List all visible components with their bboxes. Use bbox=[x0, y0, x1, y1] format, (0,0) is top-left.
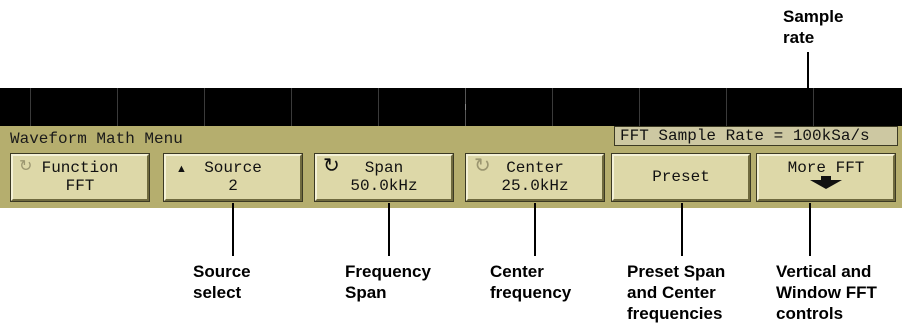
grid-line bbox=[291, 88, 292, 126]
callout-line: and Center bbox=[627, 283, 716, 302]
more-fft-softkey[interactable]: More FFT bbox=[756, 153, 896, 202]
softkey-label: Source bbox=[204, 159, 262, 177]
span-leader bbox=[388, 203, 390, 256]
preset-softkey[interactable]: Preset bbox=[611, 153, 751, 202]
center-frequency-callout: Center frequency bbox=[490, 261, 571, 303]
softkey-label: More FFT bbox=[787, 159, 865, 177]
callout-line: Window FFT bbox=[776, 283, 877, 302]
callout-line: Span bbox=[345, 283, 387, 302]
sample-rate-text: FFT Sample Rate = 100kSa/s bbox=[620, 127, 870, 145]
grid-line bbox=[30, 88, 31, 126]
callout-line: Preset Span bbox=[627, 262, 726, 281]
center-tick bbox=[465, 104, 466, 110]
callout-line: Source bbox=[193, 262, 251, 281]
softkey-value: 2 bbox=[228, 177, 238, 195]
source-leader bbox=[232, 203, 234, 256]
grid-line bbox=[117, 88, 118, 126]
callout-line: frequency bbox=[490, 283, 572, 302]
more-fft-leader bbox=[809, 203, 811, 256]
grid-line bbox=[378, 88, 379, 126]
preset-leader bbox=[681, 203, 683, 256]
center-softkey[interactable]: ↻ Center 25.0kHz bbox=[465, 153, 605, 202]
softkey-label: Span bbox=[364, 159, 404, 177]
softkey-label: Preset bbox=[652, 168, 710, 186]
down-arrow-icon bbox=[810, 180, 842, 189]
grid-line bbox=[639, 88, 640, 126]
grid-line bbox=[552, 88, 553, 126]
menu-title: Waveform Math Menu bbox=[10, 130, 183, 148]
frequency-span-callout: Frequency Span bbox=[345, 261, 431, 303]
softkey-label: Center bbox=[506, 159, 564, 177]
softkey-label: Function bbox=[41, 159, 119, 177]
callout-line: rate bbox=[783, 28, 815, 47]
source-softkey[interactable]: ▲ Source 2 bbox=[163, 153, 303, 202]
grid-line bbox=[204, 88, 205, 126]
softkey-value: FFT bbox=[65, 177, 95, 195]
grid-line bbox=[813, 88, 814, 126]
sample-rate-status: FFT Sample Rate = 100kSa/s bbox=[614, 126, 898, 146]
callout-line: controls bbox=[776, 304, 844, 323]
callout-line: frequencies bbox=[627, 304, 723, 323]
span-softkey[interactable]: ↻ Span 50.0kHz bbox=[314, 153, 454, 202]
sample-rate-callout: Sample rate bbox=[783, 6, 883, 48]
waveform-display bbox=[0, 88, 902, 126]
more-fft-callout: Vertical and Window FFT controls bbox=[776, 261, 877, 324]
softkey-value: 50.0kHz bbox=[350, 177, 418, 195]
callout-line: Center bbox=[490, 262, 544, 281]
center-leader bbox=[534, 203, 536, 256]
callout-line: Frequency bbox=[345, 262, 431, 281]
callout-line: select bbox=[193, 283, 242, 302]
source-select-callout: Source select bbox=[193, 261, 251, 303]
function-softkey[interactable]: ↻ Function FFT bbox=[10, 153, 150, 202]
softkey-value: 25.0kHz bbox=[501, 177, 569, 195]
callout-line: Vertical and bbox=[776, 262, 872, 281]
grid-line bbox=[726, 88, 727, 126]
callout-line: Sample bbox=[783, 7, 844, 26]
softkey-menu-bar: Waveform Math Menu FFT Sample Rate = 100… bbox=[0, 126, 902, 208]
preset-callout: Preset Span and Center frequencies bbox=[627, 261, 725, 324]
